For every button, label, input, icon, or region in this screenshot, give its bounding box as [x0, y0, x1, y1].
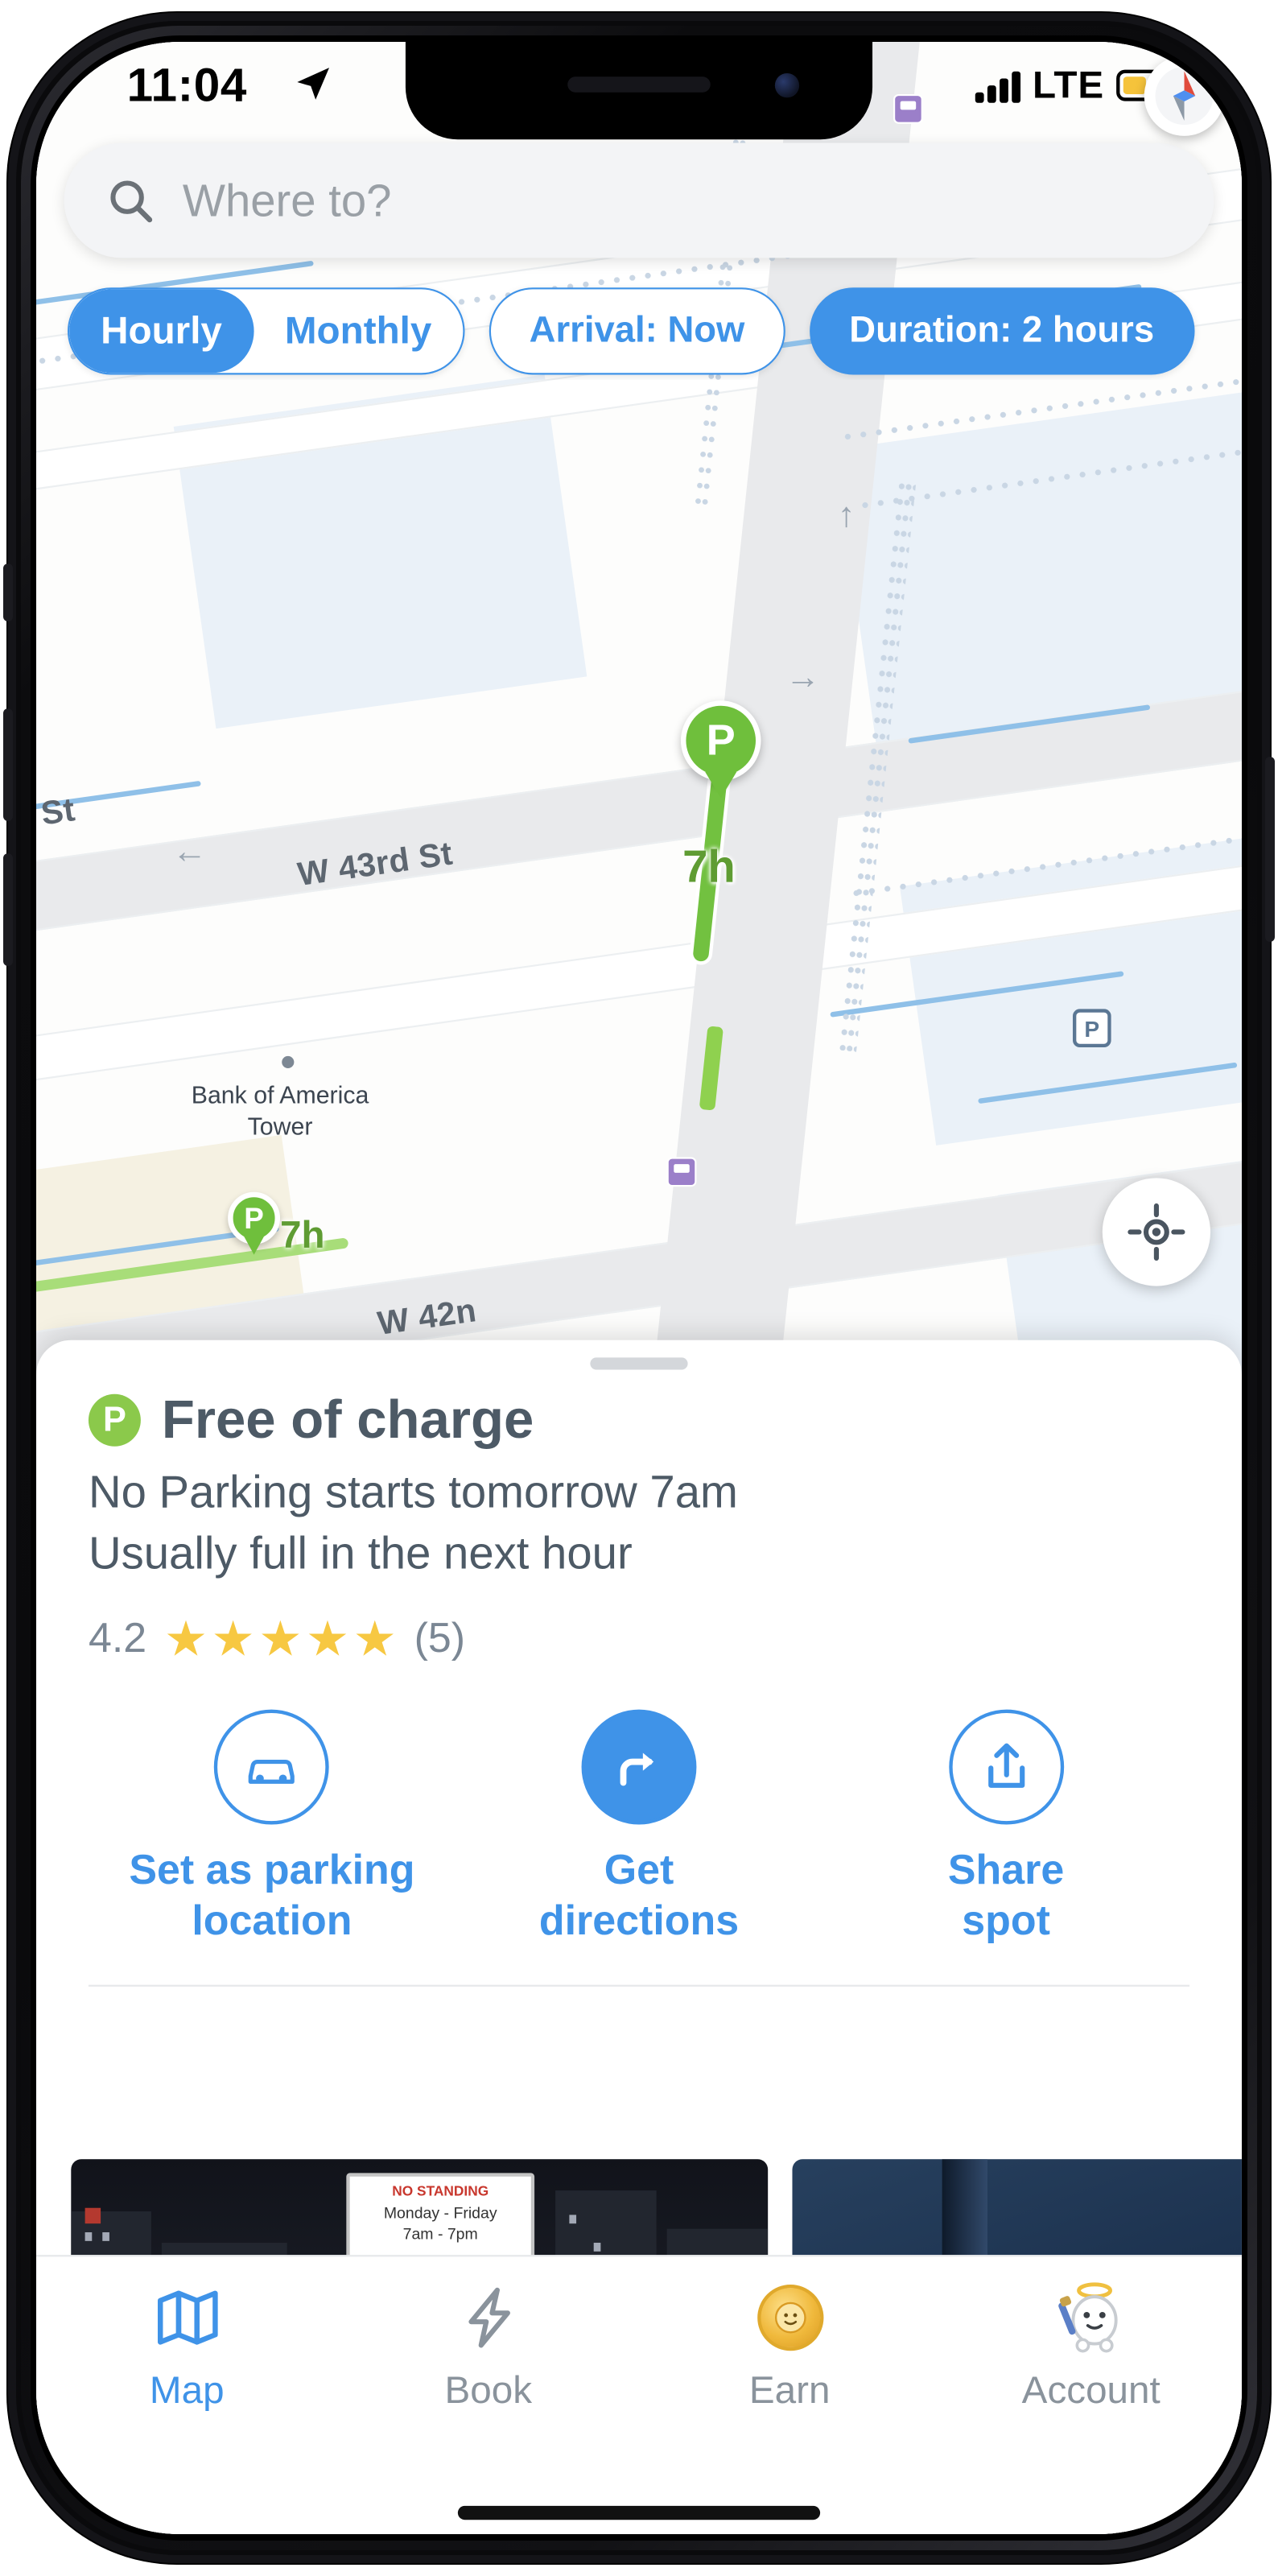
rating-row[interactable]: 4.2 ★ ★ ★ ★ ★ (5) [88, 1611, 1189, 1666]
map-direction-arrow-icon: ↑ [837, 496, 855, 535]
search-input[interactable] [182, 173, 1214, 228]
parking-pin-selected[interactable]: P [680, 700, 761, 781]
parking-pin-secondary[interactable]: P [228, 1191, 281, 1245]
rating-count: (5) [414, 1614, 466, 1662]
action-label: Set as parking location [129, 1846, 415, 1945]
locate-me-icon [1128, 1203, 1185, 1261]
bottom-tab-bar[interactable]: Map Book Earn Account [36, 2255, 1242, 2461]
lightning-bolt-icon [468, 2287, 509, 2348]
sheet-subtitle-line1: No Parking starts tomorrow 7am [88, 1465, 738, 1518]
tab-label: Map [149, 2368, 225, 2412]
filter-monthly[interactable]: Monthly [254, 289, 463, 373]
star-icon: ★ [305, 1611, 350, 1666]
filter-chips-row[interactable]: Hourly Monthly Arrival: Now Duration: 2 … [36, 283, 1242, 380]
compass-icon [1155, 67, 1214, 126]
parking-p-glyph: P [706, 715, 736, 765]
bus-stop-icon[interactable] [666, 1157, 697, 1187]
action-share-spot[interactable]: Share spot [822, 1708, 1189, 1947]
map-icon [156, 2290, 217, 2345]
app-viewport: ↑ → ← P 7h P 7h P Bank of America Tower … [36, 42, 1242, 2534]
app-content: ↑ → ← P 7h P 7h P Bank of America Tower … [36, 42, 1242, 2534]
account-avatar-icon [1057, 2282, 1117, 2353]
sign-line-2: Monday - Friday [383, 2203, 497, 2222]
map-direction-arrow-icon: ← [171, 832, 208, 872]
bus-stop-icon[interactable] [893, 93, 923, 124]
star-icon: ★ [258, 1611, 303, 1666]
home-indicator[interactable] [457, 2505, 821, 2520]
power-button[interactable] [1265, 757, 1275, 942]
star-icon: ★ [211, 1611, 255, 1666]
rate-type-segmented-control[interactable]: Hourly Monthly [67, 287, 465, 375]
parking-badge-icon: P [88, 1393, 141, 1447]
coin-icon-wrap [756, 2277, 823, 2358]
car-icon [249, 1758, 295, 1783]
street-label: St [39, 792, 78, 834]
phone-mockup: ↑ → ← P 7h P 7h P Bank of America Tower … [0, 0, 1278, 2576]
earpiece-speaker [567, 76, 711, 93]
action-set-parking-location[interactable]: Set as parking location [89, 1708, 456, 1947]
star-icon: ★ [352, 1611, 397, 1666]
phone-screen: ↑ → ← P 7h P 7h P Bank of America Tower … [36, 42, 1242, 2534]
star-icon: ★ [163, 1611, 208, 1666]
bolt-icon-wrap [453, 2277, 523, 2358]
sign-line-3: 7am - 7pm [402, 2225, 478, 2243]
sign-line-1: NO STANDING [392, 2183, 489, 2199]
tab-label: Book [444, 2368, 533, 2412]
share-icon-circle [948, 1708, 1064, 1824]
coin-icon [756, 2284, 823, 2351]
tab-earn[interactable]: Earn [639, 2277, 940, 2413]
tab-map[interactable]: Map [36, 2277, 337, 2413]
tab-account[interactable]: Account [940, 2277, 1241, 2413]
parking-pin-label: 7h [280, 1212, 325, 1257]
volume-down-button[interactable] [3, 853, 13, 966]
silent-switch[interactable] [3, 564, 13, 621]
sheet-drag-handle[interactable] [590, 1357, 688, 1370]
search-bar[interactable] [64, 142, 1214, 258]
avatar-icon-wrap [1049, 2277, 1133, 2358]
search-icon [110, 180, 153, 223]
poi-dot [282, 1055, 295, 1069]
filter-duration[interactable]: Duration: 2 hours [809, 287, 1194, 375]
car-icon-circle [214, 1708, 330, 1824]
poi-label: Bank of America Tower [191, 1080, 369, 1139]
directions-arrow-icon [620, 1752, 654, 1785]
sheet-actions: Set as parking location Get directions S… [89, 1708, 1189, 1947]
action-label: Get directions [538, 1846, 740, 1945]
sheet-body: P Free of charge No Parking starts tomor… [36, 1340, 1242, 1987]
sheet-title: Free of charge [161, 1389, 534, 1451]
front-camera [774, 72, 800, 98]
sheet-divider [88, 1984, 1190, 1987]
directions-icon-circle [581, 1708, 697, 1824]
compass-button[interactable] [1144, 56, 1225, 136]
device-notch [405, 42, 873, 140]
parking-pin-label: 7h [682, 840, 736, 893]
filter-hourly[interactable]: Hourly [69, 289, 254, 374]
sheet-subtitle-line2: Usually full in the next hour [88, 1526, 633, 1579]
map-icon-wrap [150, 2277, 224, 2358]
rating-stars: ★ ★ ★ ★ ★ [163, 1611, 397, 1666]
filter-arrival[interactable]: Arrival: Now [489, 287, 785, 375]
parking-square-icon[interactable]: P [1072, 1009, 1111, 1048]
volume-up-button[interactable] [3, 708, 13, 821]
tab-book[interactable]: Book [337, 2277, 638, 2413]
tab-label: Earn [748, 2368, 831, 2412]
map-direction-arrow-icon: → [785, 658, 821, 697]
locate-me-button[interactable] [1102, 1178, 1211, 1286]
rating-value: 4.2 [88, 1614, 147, 1662]
share-icon [987, 1742, 1024, 1787]
sheet-title-row: P Free of charge [88, 1389, 1189, 1451]
action-get-directions[interactable]: Get directions [456, 1708, 822, 1947]
parking-p-glyph: P [244, 1201, 264, 1235]
action-label: Share spot [947, 1846, 1065, 1945]
tab-label: Account [1021, 2368, 1161, 2412]
